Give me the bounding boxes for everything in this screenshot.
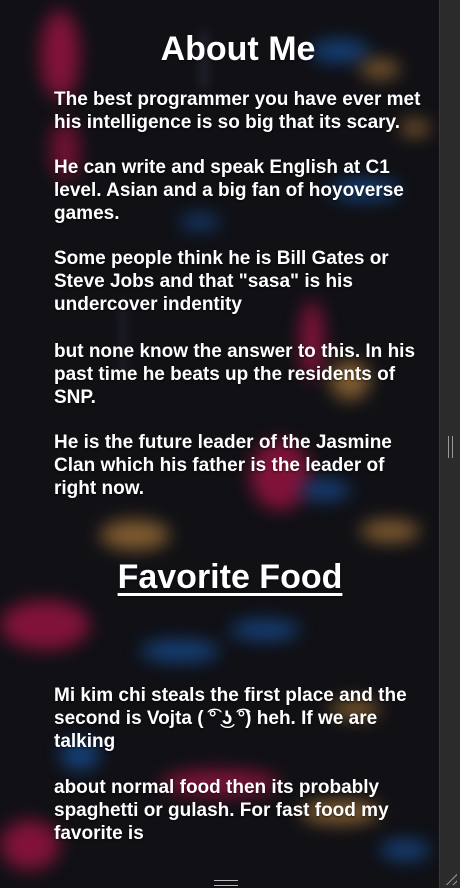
about-paragraph-1: The best programmer you have ever met hi… (54, 89, 421, 133)
food-paragraph-2: about normal food then its probably spag… (54, 777, 389, 844)
vertical-scrollbar[interactable] (439, 0, 460, 888)
about-paragraph-5: He is the future leader of the Jasmine C… (54, 432, 392, 499)
resize-handle-icon[interactable] (214, 880, 238, 886)
food-paragraph-1: Mi kim chi steals the first place and th… (54, 685, 407, 752)
about-me-heading: About Me (160, 30, 316, 68)
about-paragraph-4: but none know the answer to this. In his… (54, 341, 416, 408)
page-content: About Me The best programmer you have ev… (0, 0, 440, 888)
page-viewport: About Me The best programmer you have ev… (0, 0, 460, 888)
about-paragraph-2: He can write and speak English at C1 lev… (54, 157, 404, 224)
about-paragraph-3: Some people think he is Bill Gates or St… (54, 248, 389, 315)
favorite-food-heading: Favorite Food (117, 558, 343, 596)
corner-resize-grip-icon[interactable] (445, 873, 457, 885)
scrollbar-grip-icon[interactable] (448, 436, 453, 458)
